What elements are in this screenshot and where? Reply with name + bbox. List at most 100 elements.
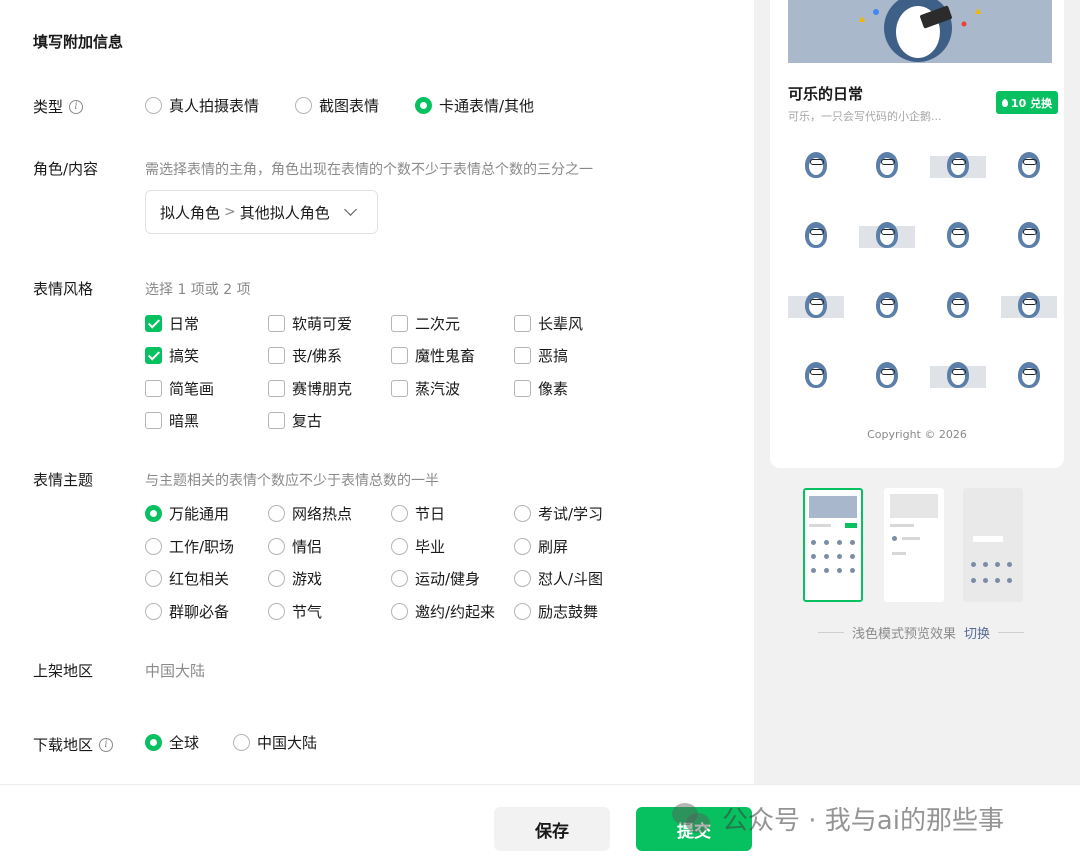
radio-icon[interactable] <box>268 603 285 620</box>
checkbox-icon[interactable] <box>514 315 531 332</box>
penguin-icon <box>876 362 898 388</box>
option-label: 全球 <box>169 734 200 752</box>
checkbox-icon[interactable] <box>391 315 408 332</box>
checkbox-icon[interactable] <box>391 347 408 364</box>
style-option[interactable]: 暗黑 <box>145 410 199 431</box>
penguin-sticker[interactable] <box>859 356 915 388</box>
style-option[interactable]: 简笔画 <box>145 378 214 399</box>
radio-icon[interactable] <box>391 538 408 555</box>
penguin-sticker[interactable] <box>1001 286 1057 318</box>
penguin-sticker[interactable] <box>930 356 986 388</box>
style-option[interactable]: 软萌可爱 <box>268 313 352 334</box>
theme-option[interactable]: 毕业 <box>391 536 445 557</box>
radio-icon[interactable] <box>145 97 162 114</box>
thumbnail-dark-mode[interactable] <box>963 488 1023 602</box>
radio-icon[interactable] <box>268 570 285 587</box>
thumb-line <box>892 552 906 555</box>
theme-option[interactable]: 节日 <box>391 503 445 524</box>
style-option[interactable]: 恶搞 <box>514 345 568 366</box>
download-region-mainland[interactable]: 中国大陆 <box>233 732 317 753</box>
info-icon[interactable]: i <box>69 99 84 114</box>
radio-icon[interactable] <box>145 603 162 620</box>
radio-selected-icon[interactable] <box>145 505 162 522</box>
radio-icon[interactable] <box>514 603 531 620</box>
theme-option[interactable]: 万能通用 <box>145 503 229 524</box>
style-option[interactable]: 像素 <box>514 378 568 399</box>
radio-selected-icon[interactable] <box>145 734 162 751</box>
type-option-real-photo[interactable]: 真人拍摄表情 <box>145 95 259 116</box>
save-button[interactable]: 保存 <box>494 807 610 851</box>
checkbox-checked-icon[interactable] <box>145 347 162 364</box>
download-region-global[interactable]: 全球 <box>145 732 199 753</box>
penguin-sticker[interactable] <box>788 146 844 178</box>
style-option[interactable]: 复古 <box>268 410 322 431</box>
radio-selected-icon[interactable] <box>415 97 432 114</box>
radio-icon[interactable] <box>268 505 285 522</box>
theme-option[interactable]: 运动/健身 <box>391 568 480 589</box>
style-option[interactable]: 长辈风 <box>514 313 583 334</box>
penguin-sticker[interactable] <box>930 286 986 318</box>
checkbox-icon[interactable] <box>391 380 408 397</box>
theme-option[interactable]: 红包相关 <box>145 568 229 589</box>
penguin-sticker[interactable] <box>859 216 915 248</box>
radio-icon[interactable] <box>514 570 531 587</box>
penguin-sticker[interactable] <box>1001 216 1057 248</box>
radio-icon[interactable] <box>295 97 312 114</box>
theme-option[interactable]: 节气 <box>268 601 322 622</box>
penguin-sticker[interactable] <box>930 146 986 178</box>
checkbox-icon[interactable] <box>268 380 285 397</box>
redeem-badge[interactable]: 10 兑换 <box>996 91 1059 114</box>
penguin-sticker[interactable] <box>788 286 844 318</box>
penguin-sticker[interactable] <box>788 356 844 388</box>
theme-option[interactable]: 邀约/约起来 <box>391 601 495 622</box>
radio-icon[interactable] <box>514 538 531 555</box>
style-option[interactable]: 日常 <box>145 313 199 334</box>
checkbox-icon[interactable] <box>514 380 531 397</box>
checkbox-icon[interactable] <box>145 380 162 397</box>
theme-option[interactable]: 励志鼓舞 <box>514 601 598 622</box>
checkbox-icon[interactable] <box>268 315 285 332</box>
preview-pane: 可乐的日常 可乐，一只会写代码的小企鹅... 10 兑换 Copyright ©… <box>754 0 1080 784</box>
checkbox-checked-icon[interactable] <box>145 315 162 332</box>
radio-icon[interactable] <box>233 734 250 751</box>
type-option-cartoon[interactable]: 卡通表情/其他 <box>415 95 534 116</box>
style-option[interactable]: 蒸汽波 <box>391 378 460 399</box>
penguin-sticker[interactable] <box>859 146 915 178</box>
theme-option[interactable]: 游戏 <box>268 568 322 589</box>
theme-option[interactable]: 刷屏 <box>514 536 568 557</box>
penguin-sticker[interactable] <box>1001 356 1057 388</box>
type-option-screenshot[interactable]: 截图表情 <box>295 95 379 116</box>
radio-icon[interactable] <box>391 505 408 522</box>
role-select[interactable]: 拟人角色 > 其他拟人角色 <box>145 190 378 234</box>
penguin-sticker[interactable] <box>1001 146 1057 178</box>
checkbox-icon[interactable] <box>514 347 531 364</box>
style-option[interactable]: 搞笑 <box>145 345 199 366</box>
penguin-sticker[interactable] <box>859 286 915 318</box>
info-icon[interactable]: i <box>99 737 114 752</box>
radio-icon[interactable] <box>514 505 531 522</box>
radio-icon[interactable] <box>391 603 408 620</box>
checkbox-icon[interactable] <box>268 347 285 364</box>
checkbox-icon[interactable] <box>268 412 285 429</box>
theme-option[interactable]: 网络热点 <box>268 503 352 524</box>
style-option[interactable]: 赛博朋克 <box>268 378 352 399</box>
theme-option[interactable]: 怼人/斗图 <box>514 568 603 589</box>
style-option[interactable]: 丧/佛系 <box>268 345 342 366</box>
thumbnail-light-mode[interactable] <box>803 488 863 602</box>
switch-mode-link[interactable]: 切换 <box>964 623 990 642</box>
theme-option[interactable]: 考试/学习 <box>514 503 603 524</box>
style-option[interactable]: 二次元 <box>391 313 460 334</box>
drop-icon <box>1002 98 1008 107</box>
theme-option[interactable]: 情侣 <box>268 536 322 557</box>
radio-icon[interactable] <box>145 538 162 555</box>
checkbox-icon[interactable] <box>145 412 162 429</box>
theme-option[interactable]: 群聊必备 <box>145 601 229 622</box>
thumbnail-detail-view[interactable] <box>884 488 944 602</box>
penguin-sticker[interactable] <box>788 216 844 248</box>
radio-icon[interactable] <box>391 570 408 587</box>
theme-option[interactable]: 工作/职场 <box>145 536 234 557</box>
radio-icon[interactable] <box>268 538 285 555</box>
radio-icon[interactable] <box>145 570 162 587</box>
penguin-sticker[interactable] <box>930 216 986 248</box>
style-option[interactable]: 魔性鬼畜 <box>391 345 475 366</box>
